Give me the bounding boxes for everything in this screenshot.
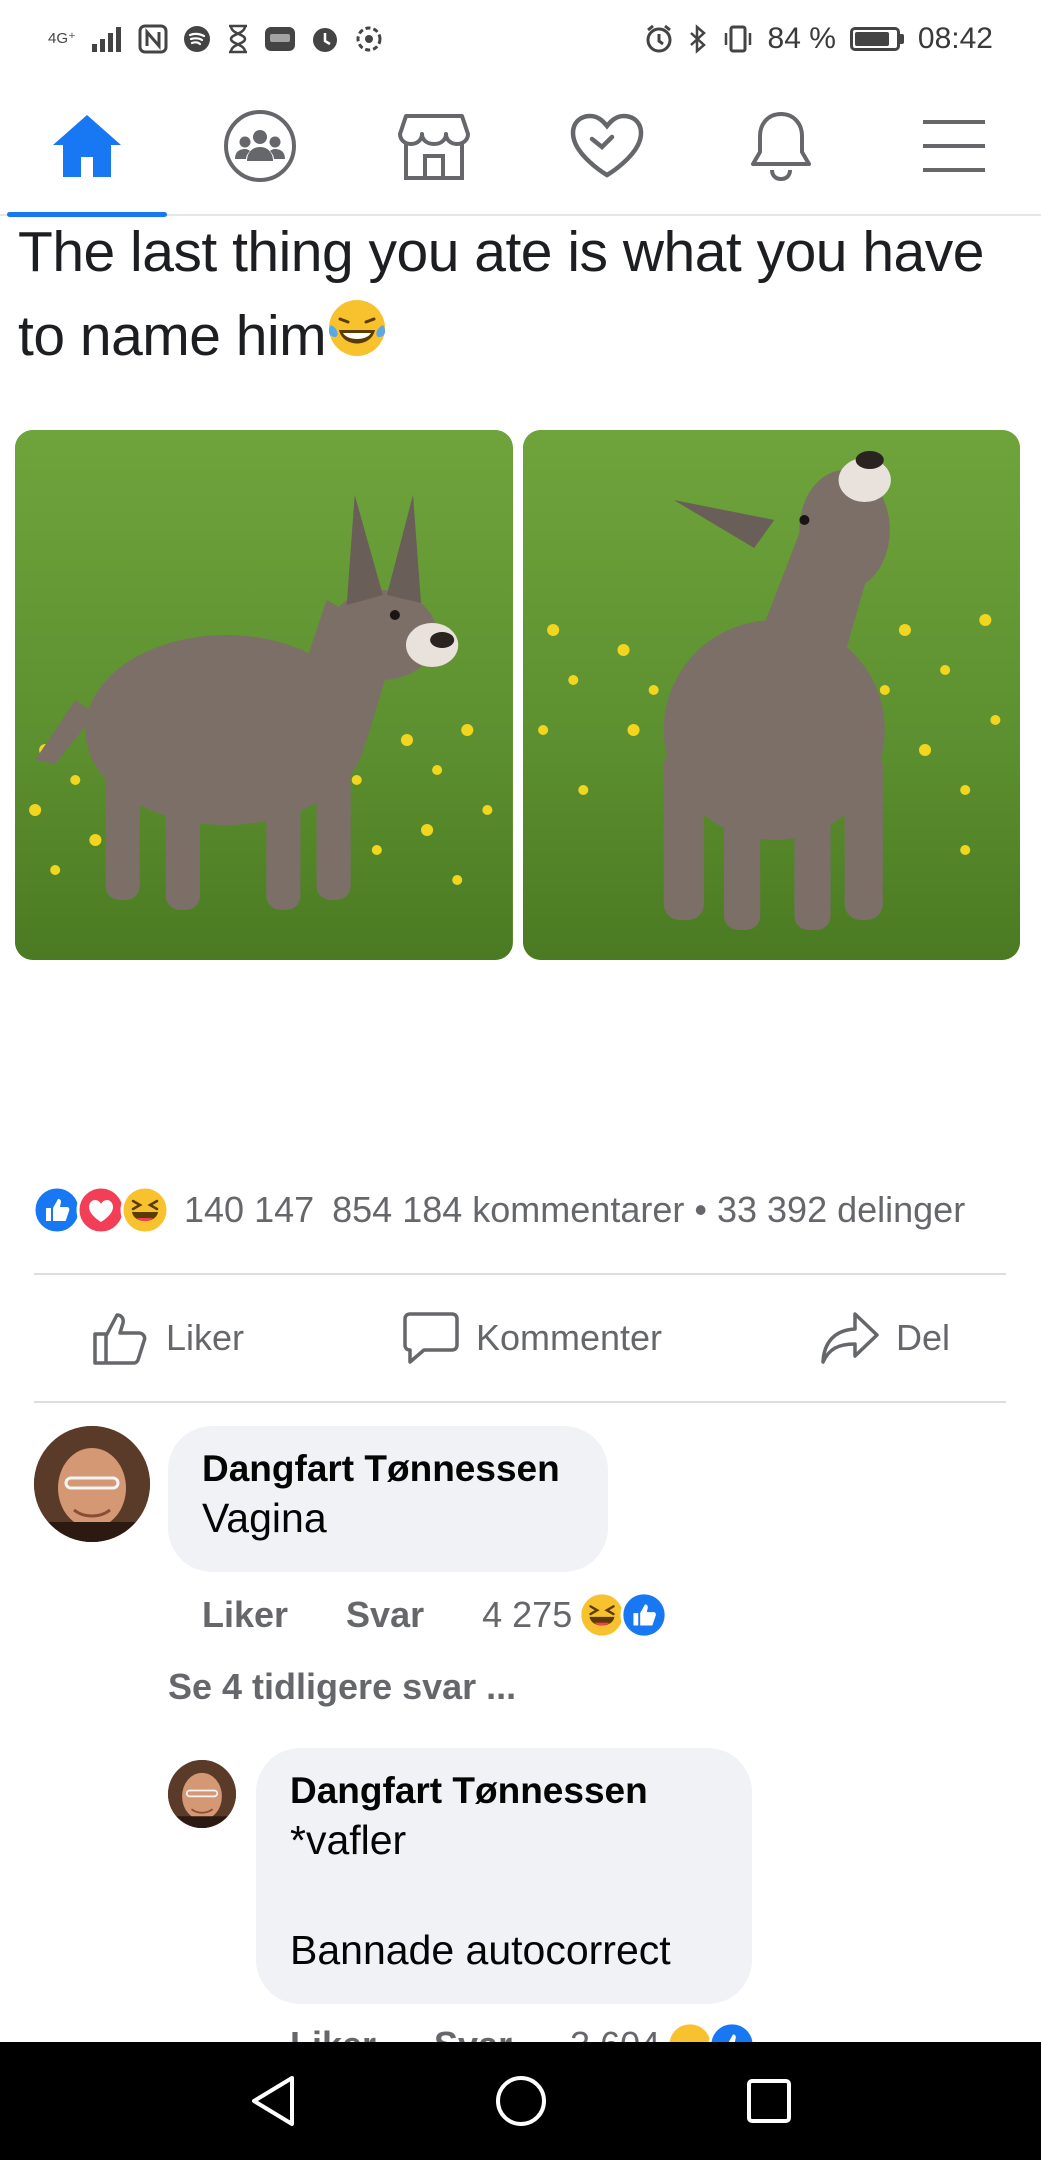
thumbs-up-icon — [93, 1313, 147, 1365]
haha-reaction-icon — [120, 1185, 170, 1235]
shares-count[interactable]: 33 392 delinger — [717, 1189, 965, 1230]
comment-bubble[interactable]: Dangfart Tønnessen Vagina — [168, 1426, 608, 1572]
see-previous-replies-link[interactable]: Se 4 tidligere svar ... — [168, 1666, 516, 1708]
menu-icon — [923, 120, 986, 172]
post-caption: The last thing you ate is what you have … — [18, 210, 1028, 378]
alarm-app-icon — [312, 28, 337, 52]
post-image[interactable] — [15, 430, 1020, 960]
comment-reaction-count[interactable]: 4 275 — [482, 1594, 572, 1636]
like-label: Liker — [166, 1317, 245, 1358]
laughing-tears-emoji-icon — [329, 300, 386, 356]
status-right: 84 % 08:42 — [644, 22, 993, 56]
share-button[interactable]: Del — [820, 1311, 950, 1365]
home-icon — [52, 115, 121, 177]
clock: 08:42 — [917, 22, 993, 55]
reaction-icons — [32, 1185, 170, 1235]
post-action-bar: Liker Kommenter Del — [34, 1276, 1006, 1400]
comment-bubble-icon — [403, 1312, 459, 1364]
share-label: Del — [895, 1317, 950, 1358]
nfc-icon — [138, 24, 168, 54]
divider-bottom — [34, 1401, 1006, 1403]
battery-icon — [849, 27, 904, 51]
like-reaction-icon — [620, 1591, 668, 1639]
marketplace-icon — [397, 114, 470, 180]
share-arrow-icon — [821, 1312, 879, 1364]
nav-dating[interactable] — [527, 77, 687, 215]
comments-count[interactable]: 854 184 kommentarer — [332, 1189, 684, 1230]
bluetooth-icon — [689, 24, 706, 54]
reply-text-line2: Bannade autocorrect — [290, 1927, 671, 1973]
reply-text-line1: *vafler — [290, 1817, 407, 1863]
divider-top — [34, 1273, 1006, 1275]
back-icon[interactable] — [248, 2074, 298, 2128]
battery-percent: 84 % — [767, 22, 836, 55]
engagement-counts: 854 184 kommentarer • 33 392 delinger — [332, 1189, 965, 1231]
comment-like-button[interactable]: Liker — [202, 1594, 288, 1636]
comment-text: Vagina — [202, 1495, 327, 1541]
reply-author[interactable]: Dangfart Tønnessen — [290, 1770, 718, 1812]
reply-avatar[interactable] — [168, 1760, 236, 1828]
recents-square-icon[interactable] — [745, 2077, 793, 2125]
status-left: 4G⁺ — [48, 24, 384, 54]
post-caption-text: The last thing you ate is what you have … — [18, 220, 984, 368]
like-reaction-icon — [32, 1185, 82, 1235]
nav-notifications[interactable] — [701, 77, 861, 215]
network-type: 4G⁺ — [48, 30, 76, 47]
avatar[interactable] — [34, 1426, 150, 1542]
comment-reply-button[interactable]: Svar — [346, 1594, 424, 1636]
reactions-count[interactable]: 140 147 — [184, 1189, 314, 1231]
home-circle-icon[interactable] — [494, 2074, 548, 2128]
huawei-app-icon — [264, 27, 295, 51]
donkey-photo-left — [15, 430, 513, 960]
settings-gear-icon — [356, 26, 382, 52]
alarm-icon — [646, 24, 672, 53]
notifications-bell-icon — [750, 112, 811, 182]
comment-meta: Liker Svar 4 275 — [202, 1588, 668, 1642]
top-navigation — [0, 77, 1041, 217]
signal-icon — [91, 27, 121, 52]
dating-heart-icon — [570, 113, 644, 178]
comment-button[interactable]: Kommenter — [402, 1311, 662, 1365]
status-bar: 4G⁺ 84 % 08:42 — [0, 0, 1041, 78]
groups-icon — [224, 110, 297, 182]
hourglass-icon — [228, 24, 247, 54]
reactions-summary[interactable]: 140 147 854 184 kommentarer • 33 392 del… — [32, 1182, 1012, 1238]
nav-marketplace[interactable] — [354, 77, 514, 215]
like-button[interactable]: Liker — [92, 1310, 244, 1366]
comment-label: Kommenter — [475, 1317, 663, 1358]
reply-bubble[interactable]: Dangfart Tønnessen *vafler Bannade autoc… — [256, 1748, 752, 2004]
donkey-photo-right — [522, 430, 1020, 960]
spotify-icon — [183, 26, 210, 52]
vibrate-icon — [724, 25, 751, 53]
nav-groups[interactable] — [180, 77, 340, 215]
comment-author[interactable]: Dangfart Tønnessen — [202, 1448, 574, 1490]
nav-menu[interactable] — [874, 77, 1034, 215]
nav-home[interactable] — [6, 77, 167, 217]
android-navigation-bar — [0, 2042, 1041, 2160]
separator-dot: • — [694, 1189, 707, 1230]
love-reaction-icon — [76, 1185, 126, 1235]
haha-reaction-icon — [578, 1591, 626, 1639]
